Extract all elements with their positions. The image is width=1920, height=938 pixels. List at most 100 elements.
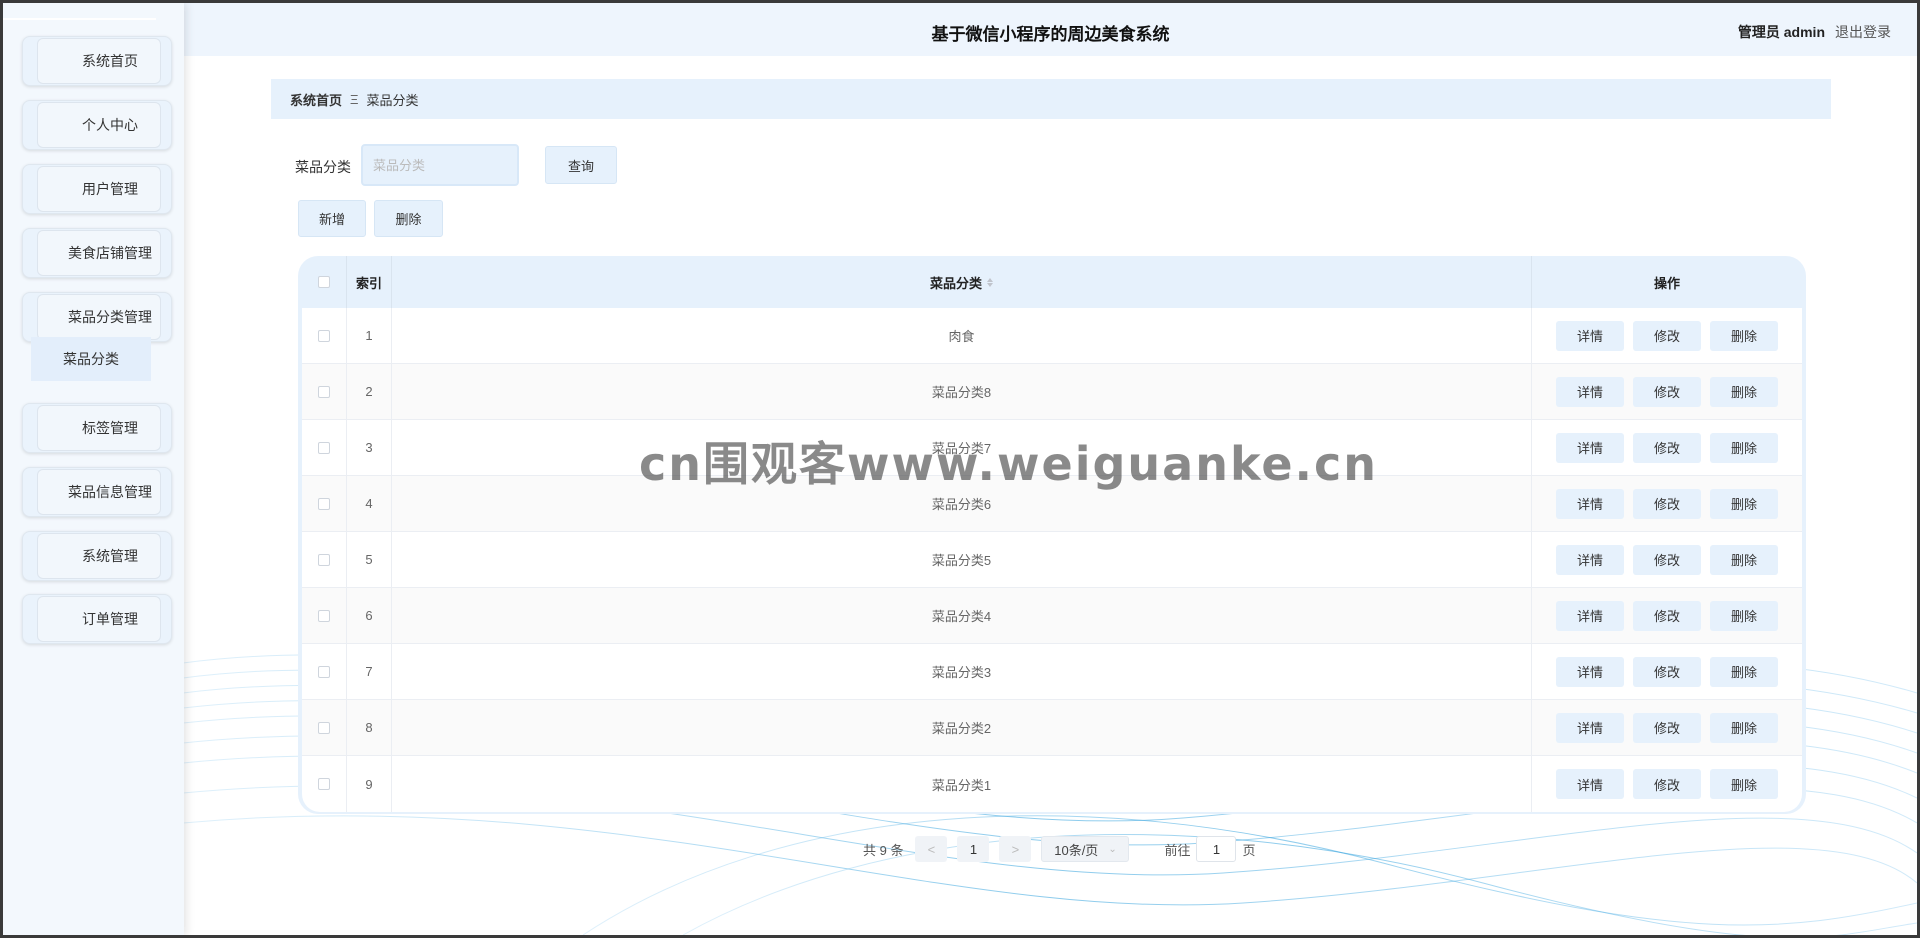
row-checkbox[interactable] bbox=[318, 778, 330, 790]
chevron-down-icon: ⌄ bbox=[1108, 843, 1117, 855]
detail-button[interactable]: 详情 bbox=[1556, 656, 1624, 687]
app-window: 系统首页 个人中心 用户管理 美食店铺管理 菜品分类管理 菜品分类 标签管理 菜… bbox=[3, 3, 1917, 935]
detail-button[interactable]: 详情 bbox=[1556, 488, 1624, 519]
row-index: 9 bbox=[347, 756, 392, 812]
row-name: 菜品分类5 bbox=[392, 532, 1532, 587]
table-row: 7 菜品分类3 详情 修改 删除 bbox=[302, 644, 1802, 700]
edit-button[interactable]: 修改 bbox=[1633, 656, 1701, 687]
row-name: 菜品分类3 bbox=[392, 644, 1532, 699]
table-row: 9 菜品分类1 详情 修改 删除 bbox=[302, 756, 1802, 812]
row-checkbox[interactable] bbox=[318, 441, 330, 454]
row-name: 肉食 bbox=[392, 308, 1532, 363]
row-checkbox-cell bbox=[302, 700, 347, 755]
sidebar-item-label: 标签管理 bbox=[82, 420, 138, 436]
row-delete-button[interactable]: 删除 bbox=[1710, 600, 1778, 631]
sidebar-subitem-dish-category[interactable]: 菜品分类 bbox=[31, 337, 151, 381]
row-ops: 详情 修改 删除 bbox=[1532, 420, 1802, 475]
row-checkbox[interactable] bbox=[318, 665, 330, 678]
delete-button[interactable]: 删除 bbox=[374, 200, 443, 237]
page-number-button[interactable]: 1 bbox=[957, 836, 990, 862]
row-name: 菜品分类7 bbox=[392, 420, 1532, 475]
sidebar-item-home[interactable]: 系统首页 bbox=[22, 36, 172, 86]
row-name: 菜品分类8 bbox=[392, 364, 1532, 419]
goto-label: 前往 bbox=[1164, 842, 1191, 858]
sidebar-item-system[interactable]: 系统管理 bbox=[22, 531, 172, 581]
pagination-total: 共 9 条 bbox=[863, 842, 904, 858]
row-delete-button[interactable]: 删除 bbox=[1710, 432, 1778, 463]
table-body: 索引 菜品分类 操作 1 肉食 详情 修改 删除 2 菜品分类8 详情 修改 删除 3 菜品分类7 详情… bbox=[302, 256, 1802, 812]
page-suffix: 页 bbox=[1242, 842, 1256, 858]
prev-page-button[interactable]: < bbox=[915, 836, 948, 862]
row-checkbox-cell bbox=[302, 588, 347, 643]
detail-button[interactable]: 详情 bbox=[1556, 600, 1624, 631]
row-index: 1 bbox=[347, 308, 392, 363]
row-delete-button[interactable]: 删除 bbox=[1710, 769, 1778, 799]
sidebar: 系统首页 个人中心 用户管理 美食店铺管理 菜品分类管理 菜品分类 标签管理 菜… bbox=[3, 3, 184, 935]
row-delete-button[interactable]: 删除 bbox=[1710, 320, 1778, 351]
search-input[interactable] bbox=[361, 144, 519, 186]
detail-button[interactable]: 详情 bbox=[1556, 320, 1624, 351]
table-row: 5 菜品分类5 详情 修改 删除 bbox=[302, 532, 1802, 588]
sidebar-item-profile[interactable]: 个人中心 bbox=[22, 100, 172, 150]
row-checkbox-cell bbox=[302, 644, 347, 699]
table-header: 索引 菜品分类 操作 bbox=[302, 256, 1802, 308]
row-ops: 详情 修改 删除 bbox=[1532, 476, 1802, 531]
select-all-checkbox[interactable] bbox=[318, 276, 330, 288]
row-index: 4 bbox=[347, 476, 392, 531]
breadcrumb-separator-icon: Ξ bbox=[350, 91, 359, 107]
edit-button[interactable]: 修改 bbox=[1633, 432, 1701, 463]
detail-button[interactable]: 详情 bbox=[1556, 544, 1624, 575]
row-delete-button[interactable]: 删除 bbox=[1710, 656, 1778, 687]
row-checkbox[interactable] bbox=[318, 553, 330, 566]
row-delete-button[interactable]: 删除 bbox=[1710, 376, 1778, 407]
detail-button[interactable]: 详情 bbox=[1556, 769, 1624, 799]
user-role-label: 管理员 bbox=[1737, 24, 1780, 40]
logout-link[interactable]: 退出登录 bbox=[1835, 22, 1891, 42]
add-button[interactable]: 新增 bbox=[298, 200, 366, 237]
sidebar-item-dish-category[interactable]: 菜品分类管理 bbox=[22, 292, 172, 342]
header-name[interactable]: 菜品分类 bbox=[392, 256, 1532, 308]
header-bar: 基于微信小程序的周边美食系统 管理员 admin 退出登录 bbox=[184, 3, 1917, 56]
edit-button[interactable]: 修改 bbox=[1633, 712, 1701, 743]
table-row: 6 菜品分类4 详情 修改 删除 bbox=[302, 588, 1802, 644]
detail-button[interactable]: 详情 bbox=[1556, 376, 1624, 407]
edit-button[interactable]: 修改 bbox=[1633, 544, 1701, 575]
row-checkbox[interactable] bbox=[318, 497, 330, 510]
row-ops: 详情 修改 删除 bbox=[1532, 700, 1802, 755]
edit-button[interactable]: 修改 bbox=[1633, 600, 1701, 631]
edit-button[interactable]: 修改 bbox=[1633, 488, 1701, 519]
row-delete-button[interactable]: 删除 bbox=[1710, 488, 1778, 519]
breadcrumb-home[interactable]: 系统首页 bbox=[290, 90, 342, 109]
edit-button[interactable]: 修改 bbox=[1633, 769, 1701, 799]
row-index: 6 bbox=[347, 588, 392, 643]
row-checkbox-cell bbox=[302, 756, 347, 812]
detail-button[interactable]: 详情 bbox=[1556, 712, 1624, 743]
sidebar-item-dish-info[interactable]: 菜品信息管理 bbox=[22, 467, 172, 517]
query-button[interactable]: 查询 bbox=[545, 146, 617, 184]
breadcrumb: 系统首页 Ξ 菜品分类 bbox=[271, 79, 1831, 119]
sidebar-item-tags[interactable]: 标签管理 bbox=[22, 403, 172, 453]
next-page-button[interactable]: > bbox=[999, 836, 1032, 862]
row-delete-button[interactable]: 删除 bbox=[1710, 712, 1778, 743]
search-label: 菜品分类 bbox=[295, 159, 351, 175]
edit-button[interactable]: 修改 bbox=[1633, 376, 1701, 407]
row-ops: 详情 修改 删除 bbox=[1532, 308, 1802, 363]
row-checkbox[interactable] bbox=[318, 329, 330, 342]
sidebar-item-users[interactable]: 用户管理 bbox=[22, 164, 172, 214]
row-ops: 详情 修改 删除 bbox=[1532, 364, 1802, 419]
page-size-select[interactable]: 10条/页 ⌄ bbox=[1041, 836, 1130, 862]
sidebar-item-label: 系统管理 bbox=[82, 548, 138, 564]
row-name: 菜品分类1 bbox=[392, 756, 1532, 812]
detail-button[interactable]: 详情 bbox=[1556, 432, 1624, 463]
edit-button[interactable]: 修改 bbox=[1633, 320, 1701, 351]
row-checkbox[interactable] bbox=[318, 609, 330, 622]
row-delete-button[interactable]: 删除 bbox=[1710, 544, 1778, 575]
sort-icon[interactable] bbox=[987, 277, 993, 287]
goto-page-input[interactable] bbox=[1196, 836, 1237, 862]
sidebar-item-shops[interactable]: 美食店铺管理 bbox=[22, 228, 172, 278]
row-index: 2 bbox=[347, 364, 392, 419]
sidebar-item-orders[interactable]: 订单管理 bbox=[22, 594, 172, 644]
row-checkbox[interactable] bbox=[318, 721, 330, 734]
row-checkbox[interactable] bbox=[318, 385, 330, 398]
sidebar-item-label: 菜品分类管理 bbox=[68, 309, 152, 325]
